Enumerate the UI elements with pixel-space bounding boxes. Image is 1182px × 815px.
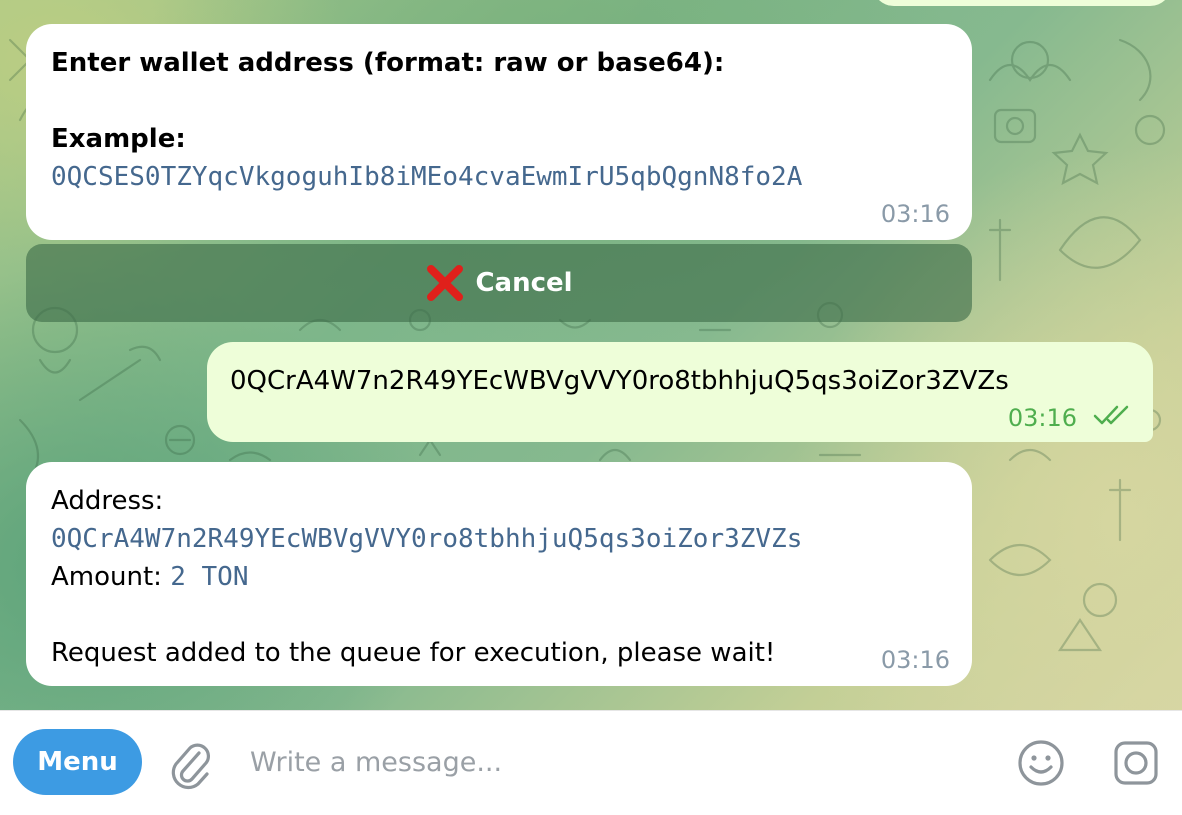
status-text: Request added to the queue for execution…	[51, 638, 776, 668]
cancel-label: Cancel	[475, 268, 573, 298]
message-time: 03:16	[1007, 404, 1077, 432]
amount-line: Amount: 2 TON	[51, 558, 947, 596]
double-check-icon	[1093, 405, 1129, 425]
message-composer: Menu	[0, 710, 1182, 815]
example-address[interactable]: 0QCSES0TZYqcVkgoguhIb8iMEo4cvaEwmIrU5qbQ…	[51, 158, 947, 196]
example-label: Example:	[51, 124, 186, 154]
address-value[interactable]: 0QCrA4W7n2R49YEcWBVgVVY0ro8tbhhjuQ5qs3oi…	[51, 520, 947, 558]
previous-outgoing-bubble	[872, 0, 1172, 6]
amount-label: Amount:	[51, 562, 162, 592]
emoji-icon[interactable]	[1015, 737, 1067, 789]
chat-background: Enter wallet address (format: raw or bas…	[0, 0, 1182, 710]
outgoing-text: 0QCrA4W7n2R49YEcWBVgVVY0ro8tbhhjuQ5qs3oi…	[230, 366, 1009, 396]
menu-button[interactable]: Menu	[13, 729, 142, 795]
incoming-message-prompt: Enter wallet address (format: raw or bas…	[26, 24, 972, 240]
message-time: 03:16	[880, 200, 950, 228]
cancel-button[interactable]: Cancel	[26, 244, 972, 322]
paperclip-icon[interactable]	[166, 737, 216, 793]
outgoing-message-address: 0QCrA4W7n2R49YEcWBVgVVY0ro8tbhhjuQ5qs3oi…	[207, 342, 1153, 442]
amount-value[interactable]: 2 TON	[170, 562, 248, 592]
camera-icon[interactable]	[1110, 737, 1162, 789]
message-input[interactable]	[248, 735, 972, 789]
incoming-message-request: Address: 0QCrA4W7n2R49YEcWBVgVVY0ro8tbhh…	[26, 462, 972, 686]
address-label: Address:	[51, 486, 164, 516]
red-x-icon	[427, 265, 464, 301]
prompt-text: Enter wallet address (format: raw or bas…	[51, 48, 725, 78]
message-time: 03:16	[880, 646, 950, 674]
